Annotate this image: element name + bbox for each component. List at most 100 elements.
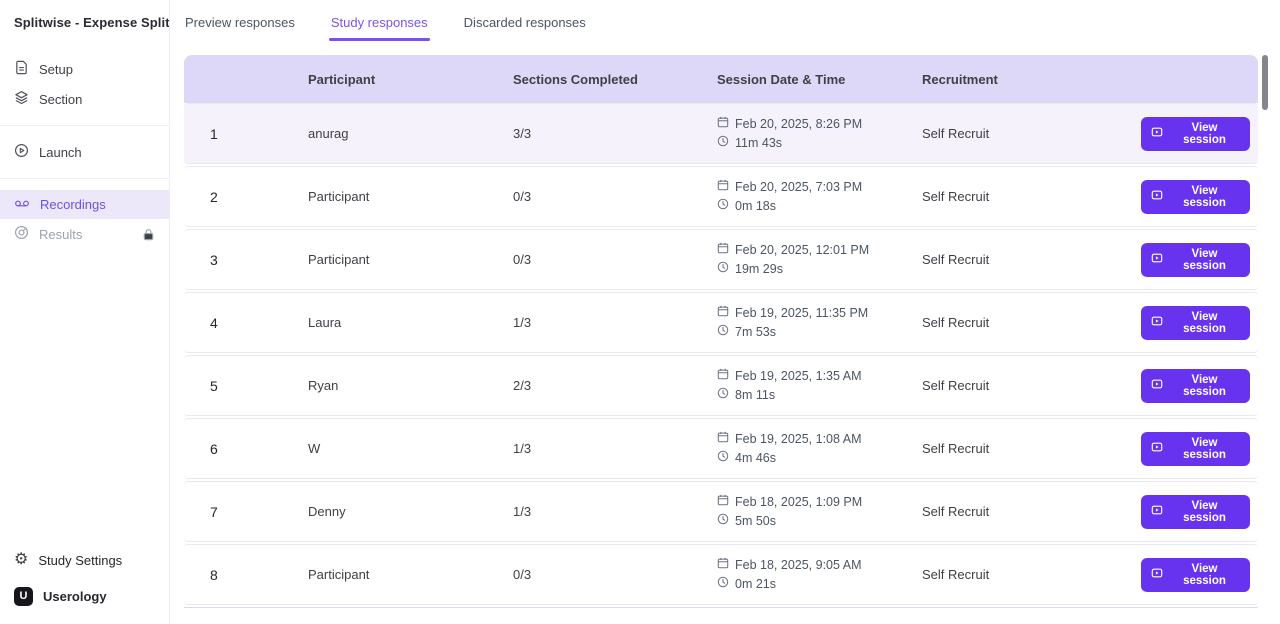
recruitment-type: Self Recruit	[922, 441, 1141, 456]
tab-discarded-responses[interactable]: Discarded responses	[464, 0, 586, 45]
calendar-icon	[717, 367, 729, 386]
table-row[interactable]: 2 Participant 0/3 Feb 20, 2025, 7:03 PM …	[184, 166, 1258, 227]
tab-preview-responses[interactable]: Preview responses	[185, 0, 295, 45]
view-session-button[interactable]: View session	[1141, 495, 1250, 529]
calendar-icon	[717, 304, 729, 323]
session-date: Feb 18, 2025, 9:05 AM	[735, 556, 861, 575]
clock-icon	[717, 386, 729, 405]
participant-name: Laura	[308, 315, 513, 330]
calendar-icon	[717, 178, 729, 197]
userology-logo: U	[14, 587, 33, 606]
view-session-button[interactable]: View session	[1141, 117, 1250, 151]
session-datetime: Feb 19, 2025, 1:35 AM 8m 11s	[717, 367, 922, 405]
calendar-icon	[717, 493, 729, 512]
row-index: 4	[184, 315, 308, 331]
vertical-scrollbar[interactable]	[1262, 55, 1268, 611]
table-row[interactable]: 4 Laura 1/3 Feb 19, 2025, 11:35 PM 7m 53…	[184, 292, 1258, 353]
row-index: 2	[184, 189, 308, 205]
sidebar-item-results[interactable]: Results	[0, 219, 169, 249]
sidebar-item-setup[interactable]: Setup	[0, 54, 169, 84]
recruitment-type: Self Recruit	[922, 315, 1141, 330]
sections-completed: 1/3	[513, 315, 717, 330]
session-date: Feb 20, 2025, 8:26 PM	[735, 115, 862, 134]
table-row[interactable]: 7 Denny 1/3 Feb 18, 2025, 1:09 PM 5m 50s…	[184, 481, 1258, 542]
scrollbar-thumb[interactable]	[1262, 55, 1268, 110]
sidebar-item-recordings[interactable]: Recordings	[0, 190, 169, 219]
calendar-icon	[717, 115, 729, 134]
sidebar-item-section[interactable]: Section	[0, 84, 169, 114]
view-session-button[interactable]: View session	[1141, 558, 1250, 592]
table-row[interactable]: 6 W 1/3 Feb 19, 2025, 1:08 AM 4m 46s Sel…	[184, 418, 1258, 479]
document-icon	[14, 60, 29, 78]
actions-cell: View session	[1141, 180, 1258, 214]
sections-completed: 0/3	[513, 189, 717, 204]
view-session-label: View session	[1169, 374, 1240, 398]
actions-cell: View session	[1141, 117, 1258, 151]
table-row[interactable]: 5 Ryan 2/3 Feb 19, 2025, 1:35 AM 8m 11s …	[184, 355, 1258, 416]
participant-name: anurag	[308, 126, 513, 141]
recruitment-type: Self Recruit	[922, 567, 1141, 582]
view-session-button[interactable]: View session	[1141, 306, 1250, 340]
recruitment-type: Self Recruit	[922, 504, 1141, 519]
sidebar: Splitwise - Expense Splittin... Setup Se…	[0, 0, 170, 624]
table-header: Participant Sections Completed Session D…	[184, 55, 1258, 103]
session-date: Feb 20, 2025, 12:01 PM	[735, 241, 869, 260]
clock-icon	[717, 197, 729, 216]
view-session-button[interactable]: View session	[1141, 180, 1250, 214]
participant-name: Denny	[308, 504, 513, 519]
view-session-label: View session	[1169, 500, 1240, 524]
video-icon	[1151, 252, 1163, 267]
play-circle-icon	[14, 143, 29, 161]
target-icon	[14, 225, 29, 243]
row-index: 8	[184, 567, 308, 583]
table-row[interactable]: 3 Participant 0/3 Feb 20, 2025, 12:01 PM…	[184, 229, 1258, 290]
sidebar-item-launch[interactable]: Launch	[0, 137, 169, 167]
video-icon	[1151, 126, 1163, 141]
actions-cell: View session	[1141, 243, 1258, 277]
userology-brand[interactable]: U Userology	[0, 578, 169, 614]
brand-label: Userology	[43, 589, 107, 604]
recruitment-type: Self Recruit	[922, 252, 1141, 267]
sections-completed: 3/3	[513, 126, 717, 141]
row-index: 7	[184, 504, 308, 520]
view-session-button[interactable]: View session	[1141, 243, 1250, 277]
view-session-label: View session	[1169, 185, 1240, 209]
sidebar-nav: Setup Section Launch Recordin	[0, 54, 169, 249]
view-session-label: View session	[1169, 248, 1240, 272]
video-icon	[1151, 504, 1163, 519]
tab-study-responses[interactable]: Study responses	[331, 0, 428, 45]
table-row[interactable]: 8 Participant 0/3 Feb 18, 2025, 9:05 AM …	[184, 544, 1258, 605]
lock-icon	[142, 228, 155, 241]
session-datetime: Feb 20, 2025, 8:26 PM 11m 43s	[717, 115, 922, 153]
column-participant: Participant	[308, 72, 513, 87]
layers-icon	[14, 90, 29, 108]
session-datetime: Feb 20, 2025, 7:03 PM 0m 18s	[717, 178, 922, 216]
recruitment-type: Self Recruit	[922, 189, 1141, 204]
video-icon	[1151, 315, 1163, 330]
row-index: 3	[184, 252, 308, 268]
actions-cell: View session	[1141, 558, 1258, 592]
main-content: Preview responses Study responses Discar…	[170, 0, 1280, 624]
view-session-label: View session	[1169, 437, 1240, 461]
gear-icon: ⚙	[14, 552, 28, 568]
view-session-label: View session	[1169, 122, 1240, 146]
table-row[interactable]: 1 anurag 3/3 Feb 20, 2025, 8:26 PM 11m 4…	[184, 103, 1258, 164]
session-datetime: Feb 19, 2025, 11:35 PM 7m 53s	[717, 304, 922, 342]
calendar-icon	[717, 430, 729, 449]
row-index: 5	[184, 378, 308, 394]
app-window: Splitwise - Expense Splittin... Setup Se…	[0, 0, 1280, 624]
participant-name: Participant	[308, 189, 513, 204]
session-duration: 8m 11s	[735, 386, 775, 405]
session-datetime: Feb 19, 2025, 1:08 AM 4m 46s	[717, 430, 922, 468]
sidebar-item-label: Section	[39, 92, 82, 107]
view-session-button[interactable]: View session	[1141, 369, 1250, 403]
session-datetime: Feb 18, 2025, 9:05 AM 0m 21s	[717, 556, 922, 594]
recruitment-type: Self Recruit	[922, 126, 1141, 141]
study-settings-button[interactable]: ⚙ Study Settings	[0, 542, 169, 578]
actions-cell: View session	[1141, 306, 1258, 340]
responses-table: Participant Sections Completed Session D…	[184, 55, 1258, 608]
view-session-button[interactable]: View session	[1141, 432, 1250, 466]
actions-cell: View session	[1141, 432, 1258, 466]
study-title: Splitwise - Expense Splittin...	[0, 0, 169, 36]
clock-icon	[717, 260, 729, 279]
